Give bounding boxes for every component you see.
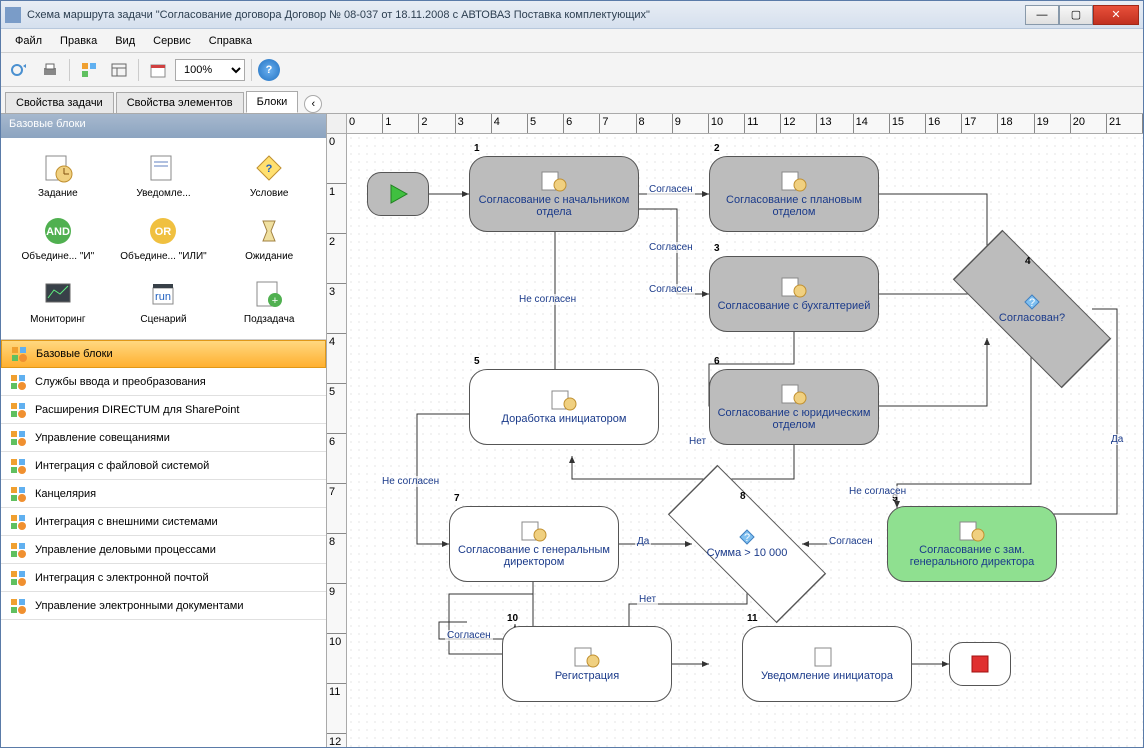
app-icon — [5, 7, 21, 23]
menu-edit[interactable]: Правка — [52, 33, 105, 49]
block-task[interactable]: Задание — [7, 148, 109, 203]
category-list: Базовые блоки Службы ввода и преобразова… — [1, 339, 326, 747]
menu-view[interactable]: Вид — [107, 33, 143, 49]
block-condition[interactable]: ? Условие — [218, 148, 320, 203]
calendar-button[interactable] — [145, 57, 171, 83]
svg-text:?: ? — [266, 163, 273, 175]
block-and[interactable]: AND Объедине... "И" — [7, 211, 109, 266]
ruler-horizontal: 0123456789101112131415161718192021 — [347, 114, 1143, 134]
menubar: Файл Правка Вид Сервис Справка — [1, 29, 1143, 53]
start-node[interactable] — [367, 172, 429, 216]
edge-label: Нет — [637, 594, 658, 605]
titlebar: Схема маршрута задачи "Согласование дого… — [1, 1, 1143, 29]
zoom-select[interactable]: 100% — [175, 59, 245, 81]
block-wait[interactable]: Ожидание — [218, 211, 320, 266]
svg-text:OR: OR — [155, 226, 172, 238]
block-script[interactable]: run Сценарий — [113, 274, 215, 329]
block-subtask[interactable]: + Подзадача — [218, 274, 320, 329]
flow-node[interactable]: 5 Доработка инициатором — [469, 369, 659, 445]
edge-label: Да — [635, 536, 651, 547]
svg-text:+: + — [272, 295, 278, 307]
help-button[interactable]: ? — [258, 59, 280, 81]
category-item[interactable]: Управление деловыми процессами — [1, 536, 326, 564]
print-button[interactable] — [37, 57, 63, 83]
category-item[interactable]: Интеграция с файловой системой — [1, 452, 326, 480]
flow-node[interactable]: 7 Согласование с генеральным директором — [449, 506, 619, 582]
category-item[interactable]: Интеграция с электронной почтой — [1, 564, 326, 592]
maximize-button[interactable]: ▢ — [1059, 5, 1093, 25]
svg-text:?: ? — [1029, 297, 1035, 309]
sidebar-header: Базовые блоки — [1, 114, 326, 138]
category-item[interactable]: Базовые блоки — [1, 340, 326, 368]
flow-node[interactable]: 11 Уведомление инициатора — [742, 626, 912, 702]
edge-label: Согласен — [647, 184, 695, 195]
ruler-vertical: 01234567891011121314 — [327, 134, 347, 747]
flowchart-canvas[interactable]: 1 Согласование с начальником отдела 2 Со… — [347, 134, 1143, 747]
flow-node[interactable]: 2 Согласование с плановым отделом — [709, 156, 879, 232]
category-item[interactable]: Управление совещаниями — [1, 424, 326, 452]
menu-service[interactable]: Сервис — [145, 33, 199, 49]
edge-label: Не согласен — [517, 294, 578, 305]
category-item[interactable]: Управление электронными документами — [1, 592, 326, 620]
edge-label: Согласен — [647, 242, 695, 253]
edge-label: Согласен — [647, 284, 695, 295]
tab-blocks[interactable]: Блоки — [246, 91, 299, 113]
edge-label: Да — [1109, 434, 1125, 445]
block-monitor[interactable]: Мониторинг — [7, 274, 109, 329]
block-notification[interactable]: Уведомле... — [113, 148, 215, 203]
tabbar: Свойства задачи Свойства элементов Блоки… — [1, 87, 1143, 113]
flow-node[interactable]: 3 Согласование с бухгалтерией — [709, 256, 879, 332]
edge-label: Не согласен — [380, 476, 441, 487]
edge-label: Нет — [687, 436, 708, 447]
edge-label: Согласен — [445, 630, 493, 641]
tab-element-props[interactable]: Свойства элементов — [116, 92, 244, 113]
block-or[interactable]: OR Объедине... "ИЛИ" — [113, 211, 215, 266]
svg-text:AND: AND — [46, 226, 70, 238]
canvas-area[interactable]: 0123456789101112131415161718192021 01234… — [327, 114, 1143, 747]
tab-task-props[interactable]: Свойства задачи — [5, 92, 114, 113]
tab-collapse-button[interactable]: ‹ — [304, 95, 322, 113]
category-item[interactable]: Интеграция с внешними системами — [1, 508, 326, 536]
refresh-button[interactable] — [7, 57, 33, 83]
category-item[interactable]: Канцелярия — [1, 480, 326, 508]
blocks-button[interactable] — [76, 57, 102, 83]
menu-help[interactable]: Справка — [201, 33, 260, 49]
flow-node[interactable]: 1 Согласование с начальником отдела — [469, 156, 639, 232]
category-item[interactable]: Расширения DIRECTUM для SharePoint — [1, 396, 326, 424]
toolbar: 100% ? — [1, 53, 1143, 87]
layout-button[interactable] — [106, 57, 132, 83]
decision-node[interactable]: 4 ? Согласован? — [977, 274, 1087, 344]
sidebar: Базовые блоки Задание Уведомле... ? Усло… — [1, 114, 327, 747]
flow-node[interactable]: 10 Регистрация — [502, 626, 672, 702]
blocks-palette: Задание Уведомле... ? Условие AND Объеди… — [1, 138, 326, 339]
edge-label: Не согласен — [847, 486, 908, 497]
flow-node[interactable]: 6 Согласование с юридическим отделом — [709, 369, 879, 445]
category-item[interactable]: Службы ввода и преобразования — [1, 368, 326, 396]
svg-text:?: ? — [744, 532, 750, 544]
ruler-corner — [327, 114, 347, 134]
close-button[interactable]: ✕ — [1093, 5, 1139, 25]
decision-node[interactable]: 8 ? Сумма > 10 000 — [692, 509, 802, 579]
svg-text:run: run — [156, 291, 172, 303]
end-node[interactable] — [949, 642, 1011, 686]
minimize-button[interactable]: — — [1025, 5, 1059, 25]
menu-file[interactable]: Файл — [7, 33, 50, 49]
window-title: Схема маршрута задачи "Согласование дого… — [27, 9, 1025, 21]
edge-label: Согласен — [827, 536, 875, 547]
flow-node[interactable]: 9 Согласование с зам. генерального дирек… — [887, 506, 1057, 582]
